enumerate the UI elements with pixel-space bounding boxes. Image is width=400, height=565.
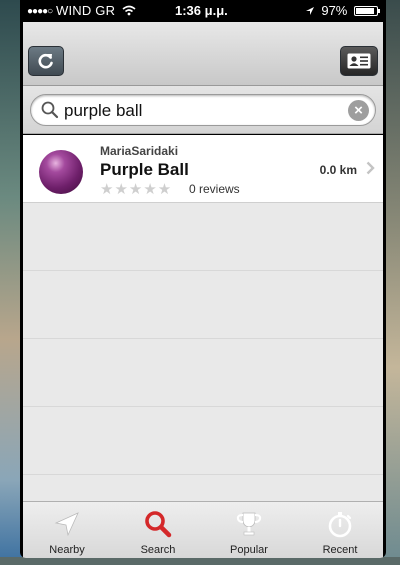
navigation-bar — [23, 22, 383, 86]
tab-popular[interactable]: Popular — [213, 502, 285, 558]
contact-card-icon — [347, 53, 371, 69]
status-bar: ●●●●○ WIND GR 1:36 μ.μ. 97% — [20, 0, 386, 22]
status-right: 97% — [305, 3, 380, 18]
carrier: ●●●●○ WIND GR — [27, 3, 136, 18]
item-distance: 0.0 km — [319, 163, 357, 177]
carrier-name: WIND GR — [56, 3, 116, 18]
location-arrow-icon — [54, 512, 79, 537]
tab-recent[interactable]: Recent — [304, 502, 376, 558]
row-divider — [23, 338, 383, 339]
status-time: 1:36 μ.μ. — [175, 3, 228, 18]
refresh-button[interactable] — [28, 46, 64, 76]
review-count: 0 reviews — [189, 182, 240, 196]
tab-label: Search — [140, 544, 176, 556]
search-input[interactable]: purple ball × — [30, 94, 376, 126]
profile-card-button[interactable] — [340, 46, 378, 76]
search-icon — [145, 511, 172, 538]
clear-search-button[interactable]: × — [348, 100, 369, 121]
search-bar: purple ball × — [23, 86, 383, 134]
tab-nearby[interactable]: Nearby — [31, 502, 103, 558]
phone-screen: ●●●●○ WIND GR 1:36 μ.μ. 97% purple ball … — [20, 0, 386, 558]
battery-percent: 97% — [321, 3, 348, 18]
search-icon — [41, 101, 59, 119]
item-owner: MariaSaridaki — [100, 144, 179, 158]
row-divider — [23, 406, 383, 407]
trophy-icon — [236, 512, 262, 536]
row-divider — [23, 270, 383, 271]
result-row[interactable]: MariaSaridaki Purple Ball ★★★★★ 0 review… — [23, 135, 383, 203]
search-query: purple ball — [64, 101, 143, 120]
chevron-right-icon — [366, 161, 375, 175]
rating-stars: ★★★★★ — [100, 181, 173, 198]
location-icon — [305, 7, 314, 15]
tab-label: Popular — [230, 544, 268, 556]
background-bottom — [0, 557, 400, 565]
tab-label: Recent — [322, 544, 358, 556]
signal-indicator: ●●●●○ — [27, 6, 53, 17]
wifi-icon — [122, 5, 136, 16]
stopwatch-icon — [328, 512, 352, 538]
tab-label: Nearby — [49, 544, 85, 556]
tab-bar: Nearby Search Popular Recent — [23, 501, 383, 558]
refresh-icon — [38, 53, 53, 69]
item-thumbnail — [39, 150, 83, 194]
tab-search[interactable]: Search — [122, 502, 194, 558]
results-list: MariaSaridaki Purple Ball ★★★★★ 0 review… — [23, 135, 383, 501]
background-left — [0, 0, 22, 565]
row-divider — [23, 474, 383, 475]
item-title: Purple Ball — [100, 160, 189, 179]
battery-icon — [354, 6, 380, 16]
